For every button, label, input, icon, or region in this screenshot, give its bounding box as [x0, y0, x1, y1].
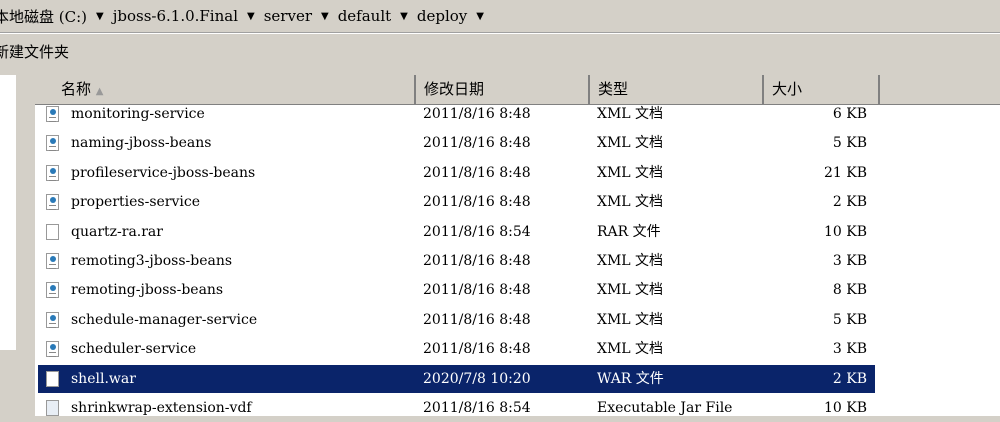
file-date: 2011/8/16 8:48 — [423, 106, 531, 122]
breadcrumb: 本地磁盘 (C:) ▼ jboss-6.1.0.Final ▼ server ▼ de… — [0, 0, 1000, 32]
chevron-down-icon[interactable]: ▼ — [400, 11, 408, 22]
xml-file-icon — [46, 194, 59, 211]
file-type: XML 文档 — [597, 164, 664, 181]
file-name: remoting3-jboss-beans — [71, 253, 233, 269]
sort-ascending-icon: ▲ — [95, 86, 104, 97]
file-date: 2011/8/16 8:48 — [423, 341, 531, 358]
file-date: 2011/8/16 8:54 — [423, 400, 531, 416]
file-row[interactable]: schedule-manager-service 2011/8/16 8:48 … — [38, 306, 875, 334]
file-file-icon — [46, 223, 59, 240]
chevron-down-icon[interactable]: ▼ — [321, 11, 329, 22]
file-type: XML 文档 — [597, 253, 664, 269]
file-row[interactable]: remoting3-jboss-beans 2011/8/16 8:48 XML… — [38, 247, 875, 275]
file-size: 5 KB — [832, 311, 867, 328]
jar-file-icon — [46, 400, 59, 416]
file-date: 2011/8/16 8:48 — [423, 135, 531, 152]
xml-file-icon — [46, 253, 59, 269]
navigation-pane[interactable] — [0, 75, 16, 350]
breadcrumb-item[interactable]: 本地磁盘 (C:) — [0, 6, 87, 27]
file-date: 2011/8/16 8:48 — [423, 164, 531, 181]
file-name: scheduler-service — [71, 341, 197, 358]
file-name: naming-jboss-beans — [71, 135, 212, 152]
file-size: 3 KB — [832, 253, 867, 269]
xml-file-icon — [46, 106, 59, 122]
file-row[interactable]: shrinkwrap-extension-vdf 2011/8/16 8:54 … — [38, 394, 875, 422]
file-size: 5 KB — [832, 135, 867, 152]
xml-file-icon — [46, 164, 59, 181]
file-date: 2011/8/16 8:54 — [423, 223, 531, 240]
breadcrumb-item[interactable]: deploy — [417, 7, 467, 25]
file-name: quartz-ra.rar — [71, 223, 163, 240]
file-type: XML 文档 — [597, 341, 664, 358]
file-type: XML 文档 — [597, 311, 664, 328]
file-row[interactable]: quartz-ra.rar 2011/8/16 8:54 RAR 文件 10 K… — [38, 218, 875, 246]
file-type: XML 文档 — [597, 135, 664, 152]
file-row[interactable]: naming-jboss-beans 2011/8/16 8:48 XML 文档… — [38, 129, 875, 157]
file-type: RAR 文件 — [597, 223, 661, 240]
file-row[interactable]: remoting-jboss-beans 2011/8/16 8:48 XML … — [38, 276, 875, 304]
breadcrumb-item[interactable]: default — [338, 7, 391, 25]
file-name: properties-service — [71, 194, 201, 211]
file-type: WAR 文件 — [597, 370, 664, 387]
file-row[interactable]: scheduler-service 2011/8/16 8:48 XML 文档 … — [38, 335, 875, 363]
breadcrumb-item[interactable]: server — [264, 7, 312, 25]
file-size: 10 KB — [823, 223, 867, 240]
column-name-label: 名称 — [61, 80, 92, 98]
file-type: XML 文档 — [597, 282, 664, 299]
file-date: 2011/8/16 8:48 — [423, 311, 531, 328]
file-row[interactable]: shell.war 2020/7/8 10:20 WAR 文件 2 KB — [38, 364, 875, 393]
file-list[interactable]: 名称 ▲ 修改日期 类型 大小 monitoring-service 2011/… — [35, 75, 1000, 416]
file-date: 2011/8/16 8:48 — [423, 282, 531, 299]
file-size: 2 KB — [832, 194, 867, 211]
chevron-down-icon[interactable]: ▼ — [247, 11, 255, 22]
chevron-down-icon[interactable]: ▼ — [476, 11, 484, 22]
file-name: monitoring-service — [71, 106, 205, 122]
file-date: 2011/8/16 8:48 — [423, 253, 531, 269]
file-row[interactable]: monitoring-service 2011/8/16 8:48 XML 文档… — [38, 100, 875, 128]
file-size: 2 KB — [832, 370, 867, 387]
xml-file-icon — [46, 282, 59, 299]
file-size: 21 KB — [823, 164, 867, 181]
xml-file-icon — [46, 311, 59, 328]
file-type: XML 文档 — [597, 194, 664, 211]
file-size: 3 KB — [832, 341, 867, 358]
file-row[interactable]: profileservice-jboss-beans 2011/8/16 8:4… — [38, 159, 875, 187]
xml-file-icon — [46, 135, 59, 152]
divider — [0, 32, 1000, 34]
file-name: profileservice-jboss-beans — [71, 164, 256, 181]
file-name: schedule-manager-service — [71, 311, 258, 328]
file-type: XML 文档 — [597, 106, 664, 122]
file-size: 8 KB — [832, 282, 867, 299]
file-type: Executable Jar File — [597, 400, 733, 416]
file-name: remoting-jboss-beans — [71, 282, 224, 299]
xml-file-icon — [46, 341, 59, 358]
file-size: 6 KB — [832, 106, 867, 122]
file-date: 2011/8/16 8:48 — [423, 194, 531, 211]
file-file-icon — [46, 370, 59, 387]
file-name: shrinkwrap-extension-vdf — [71, 400, 252, 416]
file-name: shell.war — [71, 370, 136, 387]
new-folder-button[interactable]: 新建文件夹 — [0, 41, 69, 62]
file-size: 10 KB — [823, 400, 867, 416]
breadcrumb-item[interactable]: jboss-6.1.0.Final — [113, 7, 238, 25]
file-date: 2020/7/8 10:20 — [423, 370, 531, 387]
chevron-down-icon[interactable]: ▼ — [96, 11, 104, 22]
file-row[interactable]: properties-service 2011/8/16 8:48 XML 文档… — [38, 188, 875, 216]
